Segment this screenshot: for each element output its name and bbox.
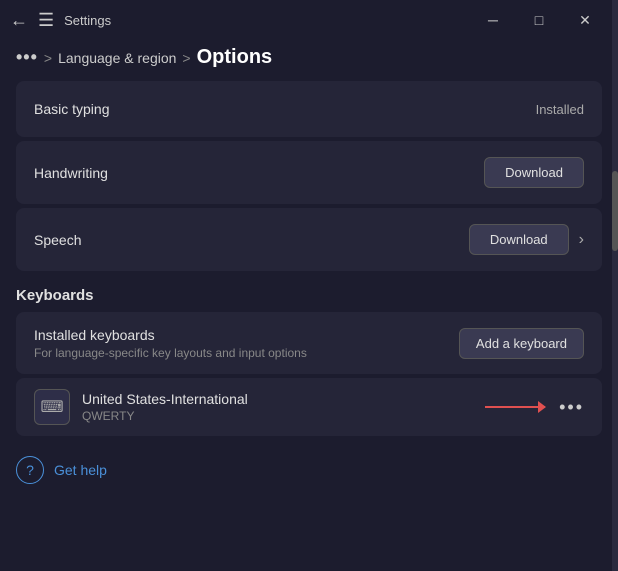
speech-label: Speech: [34, 232, 81, 248]
handwriting-row: Handwriting Download: [16, 141, 602, 204]
get-help-label: Get help: [54, 462, 107, 478]
keyboard-icon: ⌨: [34, 389, 70, 425]
us-keyboard-menu-button[interactable]: •••: [559, 397, 584, 418]
breadcrumb-section[interactable]: Language & region: [58, 50, 176, 66]
add-keyboard-button[interactable]: Add a keyboard: [459, 328, 584, 359]
us-keyboard-title: United States-International: [82, 391, 248, 407]
installed-keyboards-row: Installed keyboards For language-specifi…: [16, 312, 602, 374]
get-help-row[interactable]: ? Get help: [0, 440, 618, 500]
installed-keyboards-text: Installed keyboards For language-specifi…: [34, 327, 307, 360]
us-keyboard-left: ⌨ United States-International QWERTY: [34, 389, 248, 425]
title-bar-left: ← ☰ Settings: [10, 10, 111, 31]
arrow-line: [485, 406, 545, 408]
installed-keyboards-title: Installed keyboards: [34, 327, 307, 343]
handwriting-label: Handwriting: [34, 165, 108, 181]
speech-row: Speech Download ›: [16, 208, 602, 271]
scrollbar[interactable]: [612, 0, 618, 571]
maximize-button[interactable]: □: [516, 4, 562, 36]
minimize-button[interactable]: ─: [470, 4, 516, 36]
menu-icon[interactable]: ☰: [38, 10, 54, 31]
arrow-indicator: [485, 406, 545, 408]
us-keyboard-right: •••: [485, 397, 584, 418]
us-keyboard-row[interactable]: ⌨ United States-International QWERTY •••: [16, 378, 602, 436]
speech-right: Download ›: [469, 224, 584, 255]
speech-chevron-icon[interactable]: ›: [579, 231, 584, 249]
us-keyboard-sub: QWERTY: [82, 409, 248, 423]
breadcrumb-sep1: >: [44, 50, 52, 66]
breadcrumb-page: Options: [197, 46, 273, 69]
help-icon: ?: [16, 456, 44, 484]
keyboards-section-header: Keyboards: [16, 287, 602, 304]
app-title: Settings: [64, 13, 111, 28]
main-content: Basic typing Installed Handwriting Downl…: [0, 81, 618, 436]
window-controls: ─ □ ✕: [470, 4, 608, 36]
breadcrumb-dots[interactable]: •••: [16, 47, 38, 68]
basic-typing-row: Basic typing Installed: [16, 81, 602, 137]
basic-typing-status: Installed: [536, 102, 584, 117]
basic-typing-label: Basic typing: [34, 101, 109, 117]
breadcrumb-sep2: >: [182, 50, 190, 66]
back-button[interactable]: ←: [10, 10, 28, 31]
handwriting-download-button[interactable]: Download: [484, 157, 584, 188]
breadcrumb: ••• > Language & region > Options: [0, 40, 618, 81]
title-bar: ← ☰ Settings ─ □ ✕: [0, 0, 618, 40]
scrollbar-thumb[interactable]: [612, 171, 618, 251]
us-keyboard-text: United States-International QWERTY: [82, 391, 248, 423]
speech-download-button[interactable]: Download: [469, 224, 569, 255]
close-button[interactable]: ✕: [562, 4, 608, 36]
installed-keyboards-sub: For language-specific key layouts and in…: [34, 346, 307, 360]
